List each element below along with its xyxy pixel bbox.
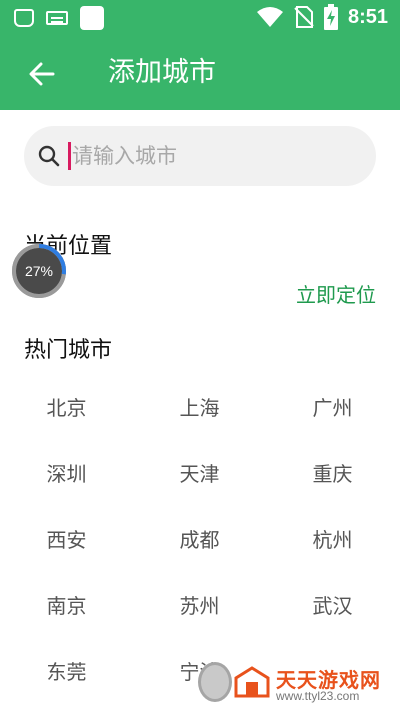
city-item[interactable]: 南京 (0, 573, 133, 639)
back-button[interactable] (22, 54, 62, 94)
app-bar: 添加城市 (0, 36, 400, 110)
city-item[interactable]: 杭州 (266, 507, 399, 573)
city-item[interactable]: 深圳 (0, 441, 133, 507)
hot-cities-title: 热门城市 (24, 338, 113, 363)
overlay-circle-icon (198, 662, 232, 702)
city-item[interactable]: 东莞 (0, 639, 133, 705)
battery-charging-icon (323, 4, 338, 30)
search-bar[interactable] (24, 126, 376, 186)
city-item[interactable]: 北京 (0, 375, 133, 441)
progress-text: 27% (24, 263, 54, 279)
moto-icon (14, 9, 34, 27)
no-sim-icon (294, 6, 314, 28)
status-right-icons: 8:51 (256, 4, 388, 30)
status-bar: 8:51 (0, 0, 400, 36)
city-item[interactable]: 上海 (133, 375, 266, 441)
keyboard-icon (46, 11, 68, 25)
watermark-logo-icon (234, 666, 270, 698)
city-item[interactable]: 西安 (0, 507, 133, 573)
search-icon (38, 145, 60, 167)
city-item[interactable]: 武汉 (266, 573, 399, 639)
progress-badge[interactable]: 27% (12, 244, 66, 298)
locate-now-button[interactable]: 立即定位 (296, 279, 376, 308)
search-input[interactable] (72, 138, 362, 174)
watermark-url: www.ttyl23.com (276, 689, 360, 703)
watermark: 天天游戏网 www.ttyl23.com (198, 656, 400, 710)
app-square-icon (80, 6, 104, 30)
text-cursor (68, 142, 71, 170)
city-item[interactable]: 成都 (133, 507, 266, 573)
city-item[interactable]: 广州 (266, 375, 399, 441)
city-item[interactable]: 天津 (133, 441, 266, 507)
arrow-left-icon (29, 62, 55, 86)
city-item[interactable]: 苏州 (133, 573, 266, 639)
city-item[interactable]: 重庆 (266, 441, 399, 507)
page-title: 添加城市 (108, 57, 216, 88)
status-left-icons (14, 6, 104, 30)
wifi-icon (256, 7, 283, 27)
status-time: 8:51 (347, 5, 388, 28)
